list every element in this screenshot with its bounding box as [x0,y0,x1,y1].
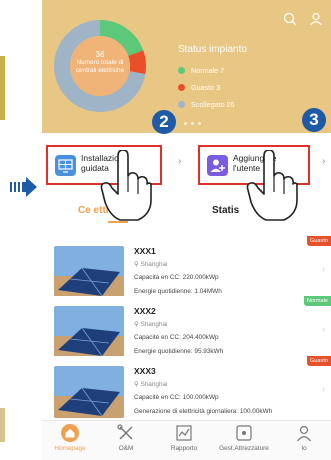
legend-dot-normal [178,67,185,74]
bottom-navigation: Homepage O&M Rapporto Gest.Attrezzature … [42,420,331,460]
legend-disconnected: Scollegato 26 [178,96,235,113]
callout-badge-3: 3 [302,108,326,132]
plant-name: XXX1 [134,246,156,256]
guided-install-icon [55,155,76,176]
chevron-right-icon: › [322,384,325,394]
nav-homepage[interactable]: Homepage [44,423,96,452]
tab-statistics[interactable]: Statis [212,205,239,216]
chevron-right-icon: › [322,324,325,334]
device-icon [236,425,252,441]
solar-panel-thumbnail [54,306,124,358]
nav-label-profile: Io [301,445,307,452]
plant-location-text: Shanghai [140,261,168,268]
plant-location-text: Shanghai [140,321,168,328]
plant-list-item[interactable]: XXX1 ⚲ Shanghai Capacità en CC: 220.000k… [42,236,331,304]
screenshot-stage: { "colors": { "accent": "#f0a050", "hero… [0,0,331,460]
plant-overview-panel: 36 Numero totale di centrali elettriche … [42,0,331,133]
home-icon [61,424,79,442]
plant-capacity: Capacité en CC: 204.400kWp [134,334,219,341]
status-badge: Normale [303,296,331,306]
legend-dot-fault [178,84,185,91]
nav-label-homepage: Homepage [54,445,86,452]
status-badge: Guasto [306,236,331,246]
tap-hand-icon [246,150,298,221]
user-icon[interactable] [309,12,323,26]
nav-label-report: Rapporto [170,445,198,452]
nav-report[interactable]: Rapporto [158,423,210,452]
add-user-icon [207,155,228,176]
plant-name: XXX3 [134,366,156,376]
status-badge: Guasto [306,356,331,366]
plant-daily-energy: Energie quotidienne: 95.93kWh [134,348,224,355]
previous-screen-strip [0,0,40,460]
carousel-pager[interactable] [184,122,201,125]
profile-icon [297,425,311,442]
plant-list-item[interactable]: XXX2 ⚲ Shanghai Capacité en CC: 204.400k… [42,296,331,364]
nav-device-management[interactable]: Gest.Attrezzature [218,423,270,452]
plant-capacity: Capacité en CC: 100.000kWp [134,394,219,401]
previous-screen-edge-lower [0,408,5,442]
chevron-right-icon: › [322,156,326,167]
flow-arrow-icon [10,177,37,197]
legend-label-normal: Normale 7 [191,66,225,75]
report-icon [176,425,192,441]
solar-panel-thumbnail [54,366,124,418]
callout-badge-2: 2 [152,110,176,134]
plant-name: XXX2 [134,306,156,316]
nav-label-device-management: Gest.Attrezzature [219,445,269,452]
nav-om[interactable]: O&M [100,423,152,452]
nav-profile[interactable]: Io [278,423,330,452]
plant-location-text: Shanghai [140,381,168,388]
total-plant-count: 36 [95,50,105,59]
legend-fault: Guasto 3 [178,79,235,96]
total-plant-label: Numero totale di centrali elettriche [75,59,125,74]
plant-daily-energy: Generazione di elettricità giornaliera: … [134,408,273,415]
status-legend: Normale 7 Guasto 3 Scollegato 26 [178,62,235,113]
legend-dot-disconnected [178,101,185,108]
nav-label-om: O&M [118,445,134,452]
donut-center: 36 Numero totale di centrali elettriche [52,50,148,75]
plant-daily-energy: Energie quotidienne: 1.04MWh [134,288,222,295]
plant-location: ⚲ Shanghai [134,381,168,388]
tap-hand-icon [100,150,152,221]
previous-screen-edge [0,56,5,120]
plant-location: ⚲ Shanghai [134,321,168,328]
solar-panel-thumbnail [54,246,124,298]
plant-capacity: Capacità en CC: 220.000kWp [134,274,219,281]
tools-icon [117,424,133,440]
chevron-right-icon: › [322,264,325,274]
plant-location: ⚲ Shanghai [134,261,168,268]
phone-screen: 36 Numero totale di centrali elettriche … [42,0,331,460]
chevron-right-icon: › [178,156,182,167]
legend-label-fault: Guasto 3 [191,83,221,92]
search-icon[interactable] [283,12,297,26]
status-title: Status impianto [178,44,247,55]
legend-label-disconnected: Scollegato 26 [191,100,235,109]
plant-list-item[interactable]: XXX3 ⚲ Shanghai Capacité en CC: 100.000k… [42,356,331,424]
legend-normal: Normale 7 [178,62,235,79]
